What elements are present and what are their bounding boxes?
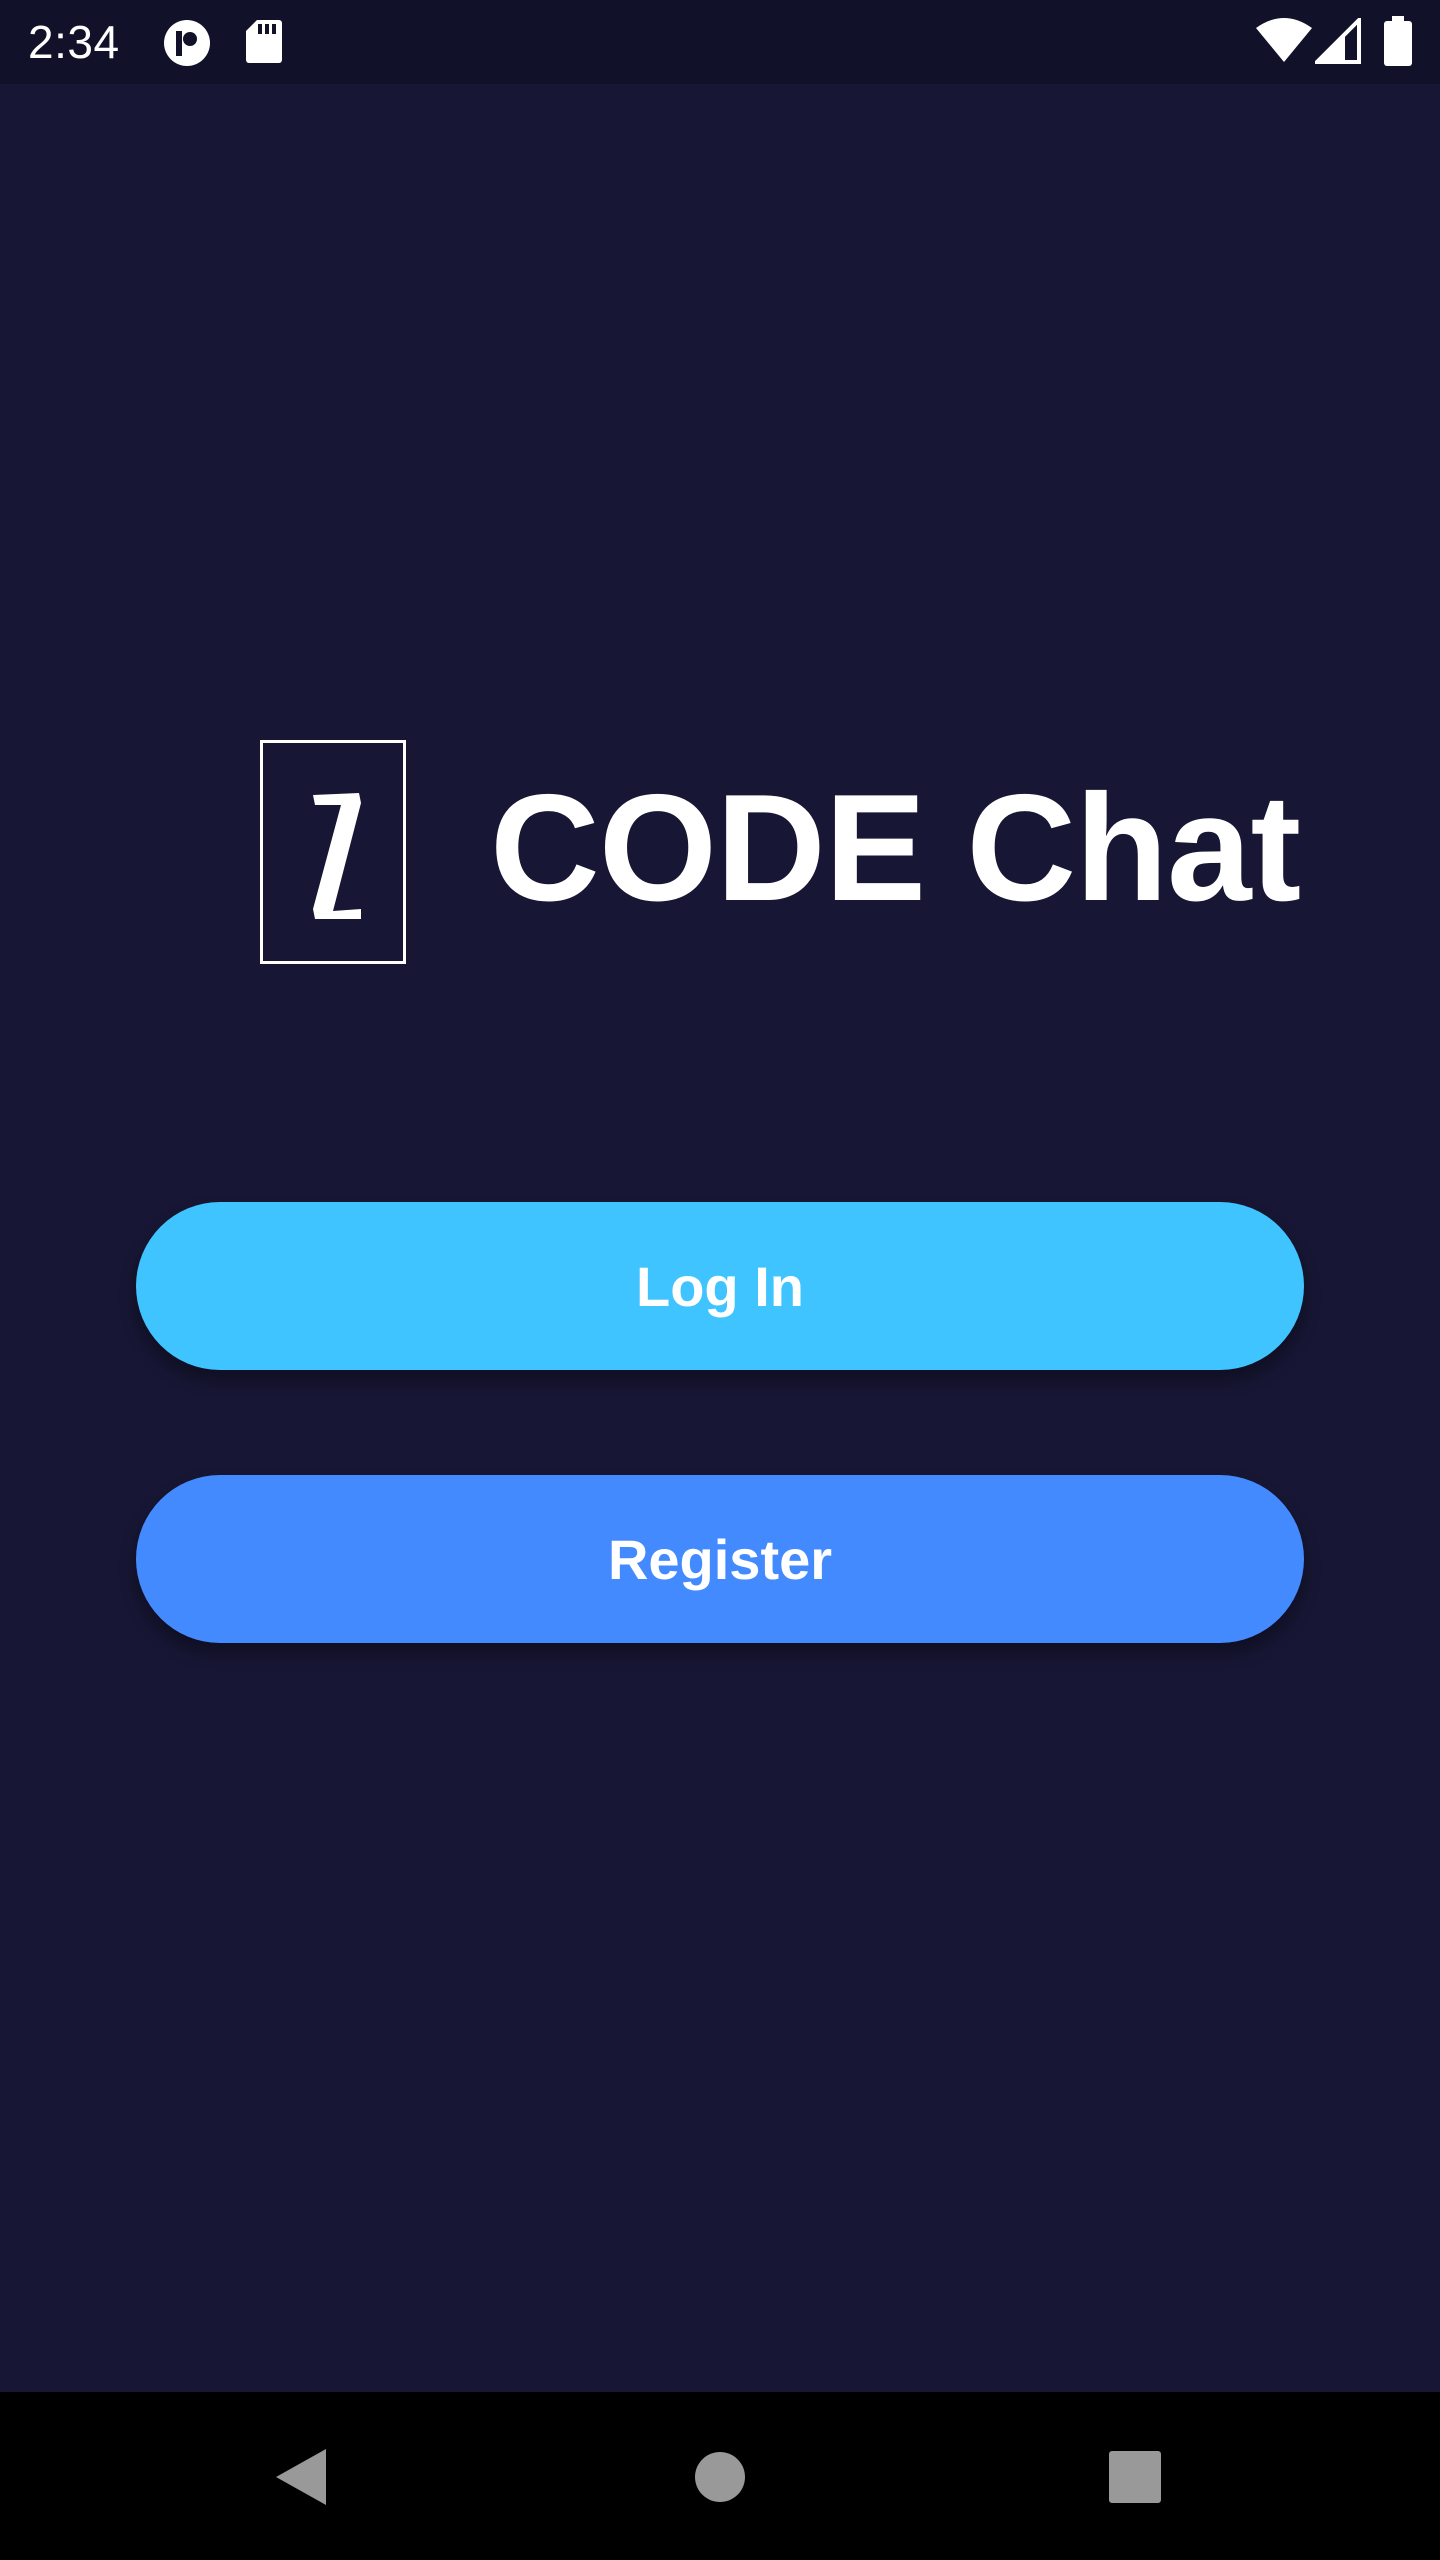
recents-icon bbox=[1109, 2451, 1161, 2503]
status-bar: 2:34 bbox=[0, 0, 1440, 84]
cell-signal-icon bbox=[1312, 15, 1361, 69]
app-logo bbox=[260, 740, 406, 964]
app-title: CODE Chat bbox=[490, 763, 1301, 933]
login-button[interactable]: Log In bbox=[136, 1202, 1304, 1370]
back-button[interactable] bbox=[257, 2432, 347, 2522]
app-notification-icon bbox=[162, 18, 212, 73]
screen: 2:34 CODE Chat Log In Register bbox=[0, 0, 1440, 2560]
status-time: 2:34 bbox=[28, 16, 120, 68]
z-logo-icon bbox=[313, 793, 361, 919]
register-button[interactable]: Register bbox=[136, 1475, 1304, 1643]
wifi-icon bbox=[1255, 18, 1313, 69]
sd-card-icon bbox=[245, 18, 283, 69]
recents-button[interactable] bbox=[1090, 2432, 1180, 2522]
navigation-bar bbox=[0, 2392, 1440, 2560]
back-icon bbox=[276, 2449, 326, 2505]
home-icon bbox=[695, 2452, 745, 2502]
home-button[interactable] bbox=[675, 2432, 765, 2522]
battery-icon bbox=[1383, 16, 1413, 71]
